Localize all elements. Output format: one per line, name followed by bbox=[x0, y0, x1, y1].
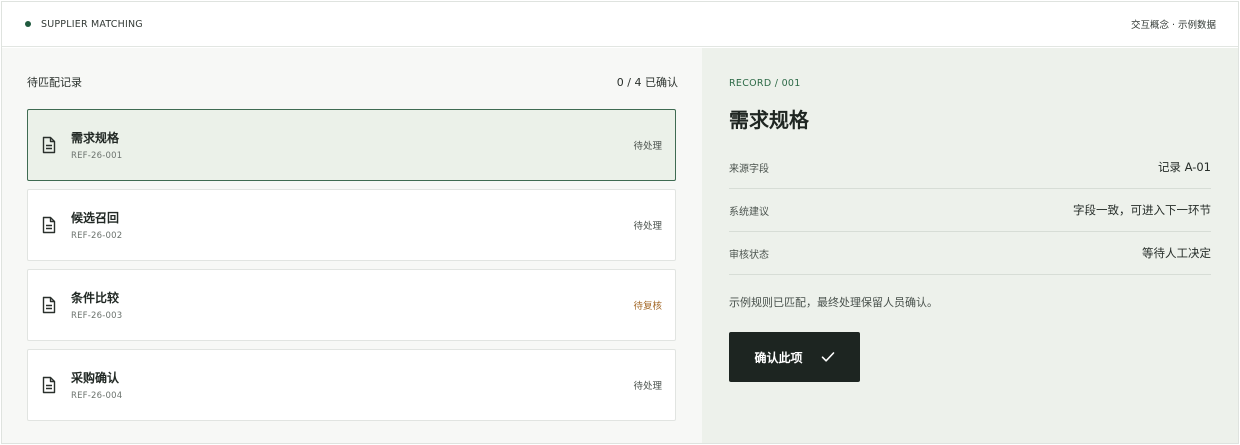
record-title: 需求规格 bbox=[71, 130, 120, 145]
confirm-button[interactable]: 确认此项 bbox=[729, 332, 860, 382]
record-ref: REF-26-002 bbox=[71, 230, 123, 241]
top-bar: SUPPLIER MATCHING 交互概念 · 示例数据 bbox=[2, 2, 1238, 47]
list-title: 待匹配记录 bbox=[27, 76, 82, 89]
breadcrumb: RECORD / 001 bbox=[729, 78, 801, 89]
record-list: 需求规格 REF-26-001 待处理 候选召回 REF-26-002 待处理 bbox=[27, 109, 676, 429]
record-title: 条件比较 bbox=[71, 290, 120, 305]
record-detail-pane: RECORD / 001 需求规格 来源字段 记录 A-01 系统建议 字段一致… bbox=[702, 48, 1238, 443]
record-title: 采购确认 bbox=[71, 370, 120, 385]
record-ref: REF-26-003 bbox=[71, 310, 123, 321]
field-key: 系统建议 bbox=[729, 206, 769, 218]
record-ref: REF-26-001 bbox=[71, 150, 123, 161]
status-badge: 待处理 bbox=[633, 141, 662, 152]
record-item-002[interactable]: 候选召回 REF-26-002 待处理 bbox=[27, 189, 676, 261]
detail-fields: 来源字段 记录 A-01 系统建议 字段一致，可进入下一环节 审核状态 等待人工… bbox=[729, 146, 1211, 275]
header-note: 交互概念 · 示例数据 bbox=[1130, 20, 1216, 31]
check-icon bbox=[821, 351, 835, 363]
brand: SUPPLIER MATCHING bbox=[25, 19, 143, 30]
app-frame: SUPPLIER MATCHING 交互概念 · 示例数据 待匹配记录 0 / … bbox=[1, 1, 1239, 444]
record-ref: REF-26-004 bbox=[71, 390, 123, 401]
record-item-004[interactable]: 采购确认 REF-26-004 待处理 bbox=[27, 349, 676, 421]
confirm-button-label: 确认此项 bbox=[754, 350, 803, 365]
document-icon bbox=[41, 216, 57, 234]
confirm-progress: 0 / 4 已确认 bbox=[616, 76, 678, 89]
field-row-suggestion: 系统建议 字段一致，可进入下一环节 bbox=[729, 189, 1211, 232]
field-value: 记录 A-01 bbox=[1157, 160, 1211, 174]
field-value: 等待人工决定 bbox=[1142, 246, 1211, 260]
decision-note: 示例规则已匹配，最终处理保留人员确认。 bbox=[729, 296, 938, 309]
document-icon bbox=[41, 376, 57, 394]
field-key: 审核状态 bbox=[729, 249, 769, 261]
status-badge: 待复核 bbox=[633, 301, 662, 312]
field-key: 来源字段 bbox=[729, 163, 769, 175]
status-badge: 待处理 bbox=[633, 381, 662, 392]
page-title: 需求规格 bbox=[729, 108, 809, 132]
record-list-pane: 待匹配记录 0 / 4 已确认 需求规格 REF-26-001 待处理 候选召回… bbox=[2, 48, 702, 443]
document-icon bbox=[41, 296, 57, 314]
field-row-source: 来源字段 记录 A-01 bbox=[729, 146, 1211, 189]
record-item-001[interactable]: 需求规格 REF-26-001 待处理 bbox=[27, 109, 676, 181]
document-icon bbox=[41, 136, 57, 154]
record-title: 候选召回 bbox=[71, 210, 120, 225]
status-dot-icon bbox=[25, 21, 31, 27]
brand-label: SUPPLIER MATCHING bbox=[41, 18, 143, 30]
field-row-review-status: 审核状态 等待人工决定 bbox=[729, 232, 1211, 275]
record-item-003[interactable]: 条件比较 REF-26-003 待复核 bbox=[27, 269, 676, 341]
list-header: 待匹配记录 0 / 4 已确认 bbox=[27, 74, 678, 90]
field-value: 字段一致，可进入下一环节 bbox=[1073, 203, 1211, 217]
status-badge: 待处理 bbox=[633, 221, 662, 232]
